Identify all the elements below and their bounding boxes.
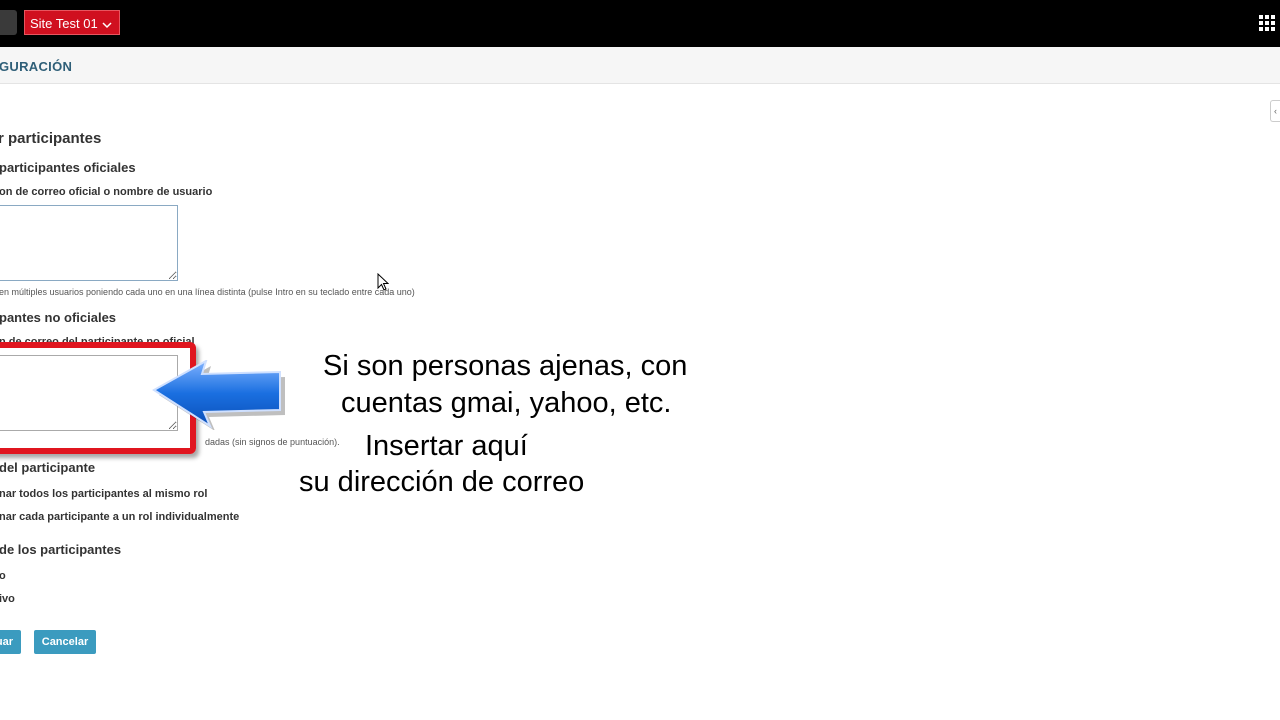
chevron-down-icon [102, 11, 112, 36]
role-option-same[interactable]: nar todos los participantes al mismo rol [0, 488, 207, 500]
status-option-active[interactable]: o [0, 570, 6, 582]
home-button[interactable] [0, 10, 17, 35]
site-selector[interactable]: Site Test 01 [24, 10, 120, 35]
annotation-line-2: cuentas gmai, yahoo, etc. [341, 387, 672, 419]
collapse-toggle[interactable]: ‹ [1270, 100, 1280, 122]
participant-role-heading: del participante [0, 460, 96, 475]
official-help-text: en múltiples usuarios poniendo cada uno … [0, 287, 415, 297]
annotation-line-4: su dirección de correo [299, 466, 585, 498]
role-option-individual[interactable]: nar cada participante a un rol individua… [0, 511, 239, 523]
cancel-button[interactable]: Cancelar [34, 630, 96, 654]
annotation-line-1: Si son personas ajenas, con [323, 350, 688, 382]
tool-title: GURACIÓN [0, 59, 73, 74]
unofficial-help-text: dadas (sin signos de puntuación). [205, 437, 340, 447]
grid-icon[interactable] [1259, 15, 1277, 31]
official-participants-textarea[interactable] [0, 205, 178, 281]
tool-title-bar: GURACIÓN [0, 47, 1280, 84]
continue-button[interactable]: uar [0, 630, 21, 654]
arrow-left-icon [152, 360, 285, 430]
top-bar: Site Test 01 [0, 0, 1280, 47]
participant-status-heading: de los participantes [0, 542, 122, 557]
form-heading: r participantes [0, 130, 102, 147]
official-participants-heading: participantes oficiales [0, 160, 136, 175]
official-email-label: on de correo oficial o nombre de usuario [0, 186, 213, 198]
annotation-line-3: Insertar aquí [365, 430, 528, 462]
mouse-cursor-icon [377, 273, 389, 291]
site-selector-label: Site Test 01 [30, 16, 98, 31]
status-option-inactive[interactable]: ivo [0, 593, 15, 605]
unofficial-participants-heading: pantes no oficiales [0, 310, 117, 325]
